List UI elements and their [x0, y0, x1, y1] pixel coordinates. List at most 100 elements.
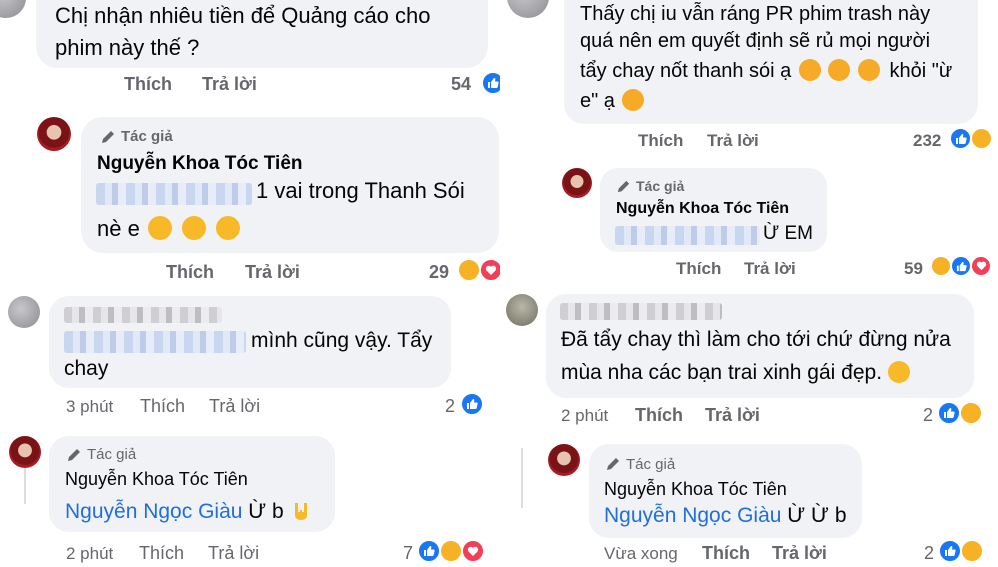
- author-name-link[interactable]: Nguyễn Khoa Tóc Tiên: [616, 200, 789, 218]
- yawning-face-icon: [147, 216, 172, 240]
- comment-text-line: mình cũng vậy. Tẩy: [251, 329, 433, 352]
- haha-reaction-icon: [439, 539, 463, 563]
- like-button[interactable]: Thích: [635, 405, 683, 426]
- reply-button[interactable]: Trả lời: [744, 259, 796, 279]
- comment-text-line: phim này thế ?: [55, 35, 200, 60]
- reaction-count[interactable]: 2: [924, 543, 934, 564]
- reply-text-line: 1 vai trong Thanh Sói: [256, 178, 465, 203]
- pen-icon: [66, 447, 82, 463]
- like-button[interactable]: Thích: [638, 131, 683, 151]
- author-avatar[interactable]: [548, 444, 580, 476]
- reply-button[interactable]: Trả lời: [209, 396, 260, 417]
- screenshot-divider: [500, 0, 503, 567]
- comment-text-line: Thấy chị iu vẫn ráng PR phim trash này: [580, 3, 931, 25]
- mention-link[interactable]: Nguyễn Ngọc Giàu: [604, 504, 781, 527]
- smiling-cat-heart-eyes-icon: [828, 59, 851, 81]
- reply-button[interactable]: Trả lời: [245, 262, 300, 283]
- reply-text-line: Nguyễn Ngọc Giàu Ừ b: [65, 500, 312, 524]
- comment-text: mùa nha các bạn trai xinh gái đẹp.: [561, 361, 883, 384]
- reply-button[interactable]: Trả lời: [705, 405, 760, 426]
- haha-reaction-icon: [960, 539, 984, 563]
- comment-text-line: Đã tẩy chay thì làm cho tới chứ đừng nửa: [561, 328, 951, 351]
- like-reaction-icon: [950, 255, 972, 277]
- reaction-count[interactable]: 29: [429, 262, 449, 283]
- reaction-count[interactable]: 54: [451, 74, 471, 95]
- reaction-count[interactable]: 59: [904, 259, 923, 279]
- laughing-face-icon: [887, 361, 910, 383]
- author-name-link[interactable]: Nguyễn Khoa Tóc Tiên: [65, 469, 248, 490]
- redacted-mention: [96, 183, 252, 205]
- commenter-avatar[interactable]: [506, 294, 538, 326]
- author-avatar[interactable]: [562, 168, 592, 198]
- mention-link[interactable]: Nguyễn Ngọc Giàu: [65, 500, 242, 523]
- sign-of-horns-icon: [290, 500, 312, 522]
- yawning-face-icon: [216, 216, 241, 240]
- haha-reaction-icon: [959, 401, 983, 425]
- author-badge: Tác giả: [626, 456, 676, 473]
- reply-button[interactable]: Trả lời: [202, 74, 257, 95]
- haha-reaction-icon: [930, 255, 952, 277]
- smiling-cat-heart-eyes-icon: [798, 59, 821, 81]
- like-reaction-icon: [937, 401, 961, 425]
- like-button[interactable]: Thích: [124, 74, 172, 95]
- pen-icon: [100, 129, 116, 145]
- love-reaction-icon: [970, 255, 992, 277]
- thread-line: [521, 448, 523, 508]
- author-avatar[interactable]: [9, 436, 41, 468]
- reply-text-line: nè e: [97, 216, 241, 242]
- like-reaction-icon: [938, 539, 962, 563]
- reply-text: Ừ Ừ b: [787, 504, 847, 527]
- redacted-name: [560, 303, 722, 320]
- smiling-cat-heart-eyes-icon: [622, 89, 645, 111]
- redacted-name: [64, 307, 222, 323]
- redacted-mention: [615, 226, 760, 245]
- love-reaction-icon: [461, 539, 485, 563]
- reply-button[interactable]: Trả lời: [772, 543, 827, 564]
- like-button[interactable]: Thích: [139, 543, 184, 564]
- comment-text: tẩy chay nốt thanh sói ạ: [580, 60, 792, 82]
- comment-text-line: tẩy chay nốt thanh sói ạ khỏi "ừ: [580, 59, 952, 83]
- comment-text: e" ạ: [580, 90, 615, 112]
- pen-icon: [616, 179, 631, 194]
- author-name-link[interactable]: Nguyễn Khoa Tóc Tiên: [604, 479, 787, 500]
- author-badge: Tác giả: [121, 128, 173, 145]
- reply-text: Ừ EM: [763, 223, 814, 244]
- like-button[interactable]: Thích: [702, 543, 750, 564]
- author-badge: Tác giả: [87, 446, 137, 463]
- yawning-face-icon: [182, 216, 207, 240]
- commenter-avatar[interactable]: [8, 296, 40, 328]
- comment-text-line: e" ạ: [580, 89, 645, 113]
- reaction-count[interactable]: 2: [445, 396, 455, 417]
- reply-button[interactable]: Trả lời: [707, 131, 759, 151]
- like-button[interactable]: Thích: [140, 396, 185, 417]
- reply-text: nè e: [97, 216, 140, 241]
- comment-timestamp[interactable]: 2 phút: [561, 406, 608, 426]
- comment-timestamp[interactable]: 2 phút: [66, 544, 113, 564]
- commenter-avatar[interactable]: [0, 0, 26, 18]
- reaction-count[interactable]: 7: [403, 543, 413, 564]
- reply-button[interactable]: Trả lời: [208, 543, 259, 564]
- like-reaction-icon: [417, 539, 441, 563]
- comment-text-line: quá nên em quyết định sẽ rủ mọi người: [580, 30, 931, 52]
- commenter-avatar[interactable]: [507, 0, 549, 18]
- pen-icon: [605, 456, 621, 472]
- smiling-cat-heart-eyes-icon: [857, 59, 880, 81]
- comment-timestamp[interactable]: 3 phút: [66, 397, 113, 417]
- reply-text: Ừ b: [248, 500, 284, 523]
- reaction-count[interactable]: 232: [913, 131, 941, 151]
- like-button[interactable]: Thích: [166, 262, 214, 283]
- like-reaction-icon: [460, 392, 484, 416]
- author-avatar[interactable]: [37, 117, 71, 151]
- like-button[interactable]: Thích: [676, 259, 721, 279]
- reply-text-line: Nguyễn Ngọc Giàu Ừ Ừ b: [604, 504, 847, 528]
- comment-timestamp[interactable]: Vừa xong: [604, 544, 678, 564]
- comment-text: khỏi "ừ: [889, 60, 953, 82]
- reaction-count[interactable]: 2: [923, 405, 933, 426]
- like-reaction-icon: [949, 127, 972, 150]
- thread-line: [24, 468, 26, 504]
- comment-text-line: mùa nha các bạn trai xinh gái đẹp.: [561, 361, 910, 385]
- author-badge: Tác giả: [636, 178, 685, 194]
- comment-text-line: Chị nhận nhiêu tiền để Quảng cáo cho: [55, 3, 431, 28]
- author-name-link[interactable]: Nguyễn Khoa Tóc Tiên: [97, 153, 303, 175]
- redacted-mention: [64, 331, 246, 353]
